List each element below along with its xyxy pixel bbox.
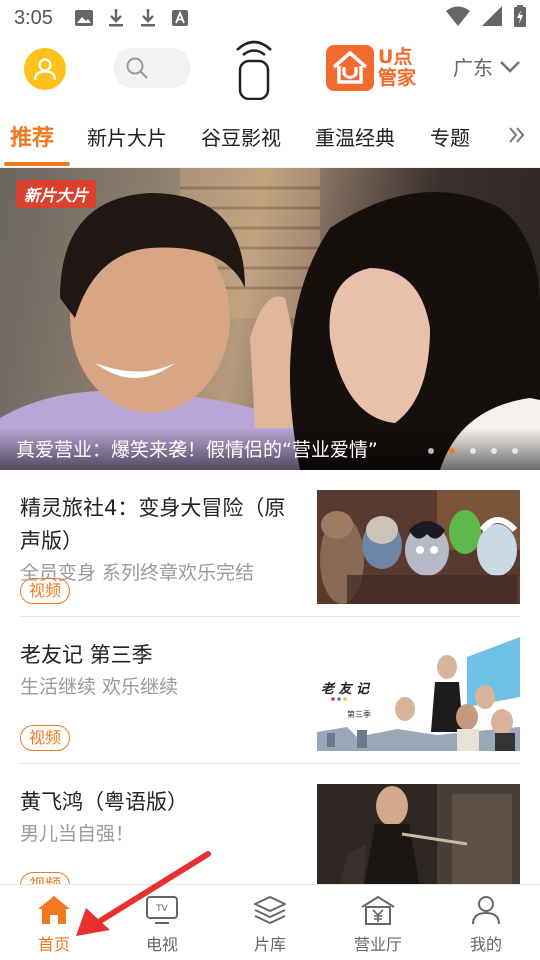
tab-gudou-video[interactable]: 谷豆影视	[201, 122, 281, 151]
nav-home[interactable]: 首页	[0, 885, 108, 960]
business-hall-icon	[361, 896, 395, 925]
logo-house-icon	[326, 45, 374, 91]
user-avatar-button[interactable]	[24, 48, 66, 90]
signal-icon	[482, 6, 502, 30]
banner-caption: 真爱营业：爆笑来袭！假情侣的“营业爱情”	[16, 439, 378, 461]
nav-label: 电视	[145, 935, 178, 954]
bottom-navigation: 首页 TV 电视 片库 营业厅 我的	[0, 884, 540, 960]
item-title: 黄飞鸿（粤语版）	[20, 790, 188, 814]
remote-control-button[interactable]	[228, 38, 280, 101]
item-subtitle: 生活继续 欢乐继续	[20, 676, 179, 698]
download-notification-icon	[139, 9, 157, 27]
animated-monsters-thumbnail	[317, 490, 520, 604]
more-tabs-button[interactable]	[506, 124, 530, 148]
download-notification-icon	[107, 9, 125, 27]
nav-profile[interactable]: 我的	[432, 885, 540, 960]
item-title: 老友记 第三季	[20, 643, 153, 667]
status-right	[446, 5, 526, 31]
remote-control-icon	[236, 40, 272, 101]
wifi-icon	[446, 6, 470, 30]
top-header: U点 管家 广东	[0, 36, 540, 106]
tab-classics[interactable]: 重温经典	[315, 122, 395, 151]
category-tabs: 推荐 新片大片 谷豆影视 重温经典 专题	[0, 106, 540, 168]
nav-label: 首页	[37, 935, 70, 954]
nav-label: 片库	[253, 935, 286, 954]
friends-season-text: 第三季	[347, 709, 371, 719]
double-chevron-right-icon	[509, 127, 525, 143]
nav-label: 我的	[469, 935, 502, 954]
carousel-dot-active[interactable]	[449, 448, 455, 454]
tab-topics[interactable]: 专题	[430, 122, 470, 151]
featured-banner[interactable]: 新片大片 真爱营业：爆笑来袭！假情侣的“营业爱情”	[0, 168, 540, 470]
battery-icon	[514, 5, 526, 31]
region-label: 广东	[453, 56, 493, 80]
gallery-notification-icon	[74, 9, 93, 27]
search-icon	[126, 57, 148, 79]
status-time: 3:05	[14, 6, 53, 29]
nav-tv[interactable]: TV 电视	[108, 885, 216, 960]
carousel-dot[interactable]	[491, 448, 497, 454]
home-icon	[38, 896, 70, 924]
carousel-dot[interactable]	[512, 448, 518, 454]
logo-line-1: U点	[378, 46, 413, 68]
carousel-dot[interactable]	[470, 448, 476, 454]
item-subtitle: 男儿当自强！	[20, 823, 135, 845]
carousel-indicator	[428, 448, 518, 454]
logo-line-2: 管家	[378, 67, 417, 89]
video-badge: 视频	[20, 725, 71, 751]
u-dian-guanjia-logo[interactable]: U点 管家	[326, 45, 422, 91]
search-button[interactable]	[113, 48, 191, 88]
logo-text: U点 管家	[378, 47, 416, 89]
video-badge: 视频	[20, 578, 71, 604]
item-title: 精灵旅社4：变身大冒险（原声版）	[20, 496, 286, 553]
content-list: 精灵旅社4：变身大冒险（原声版） 全员变身 系列终章欢乐完结 视频 老友记 第三…	[0, 470, 540, 911]
friends-cast-thumbnail: 老 友 记 第三季	[317, 637, 520, 751]
tab-recommend[interactable]: 推荐	[10, 120, 54, 152]
banner-category-tag: 新片大片	[16, 180, 97, 208]
nav-library[interactable]: 片库	[216, 885, 324, 960]
tv-icon: TV	[146, 896, 178, 924]
carousel-dot[interactable]	[428, 448, 434, 454]
martial-arts-thumbnail	[317, 784, 520, 898]
nav-business-hall[interactable]: 营业厅	[324, 885, 432, 960]
svg-text:TV: TV	[155, 904, 168, 914]
active-tab-indicator	[4, 162, 70, 166]
user-icon	[33, 58, 57, 81]
list-item[interactable]: 老友记 第三季 生活继续 欢乐继续 视频 老 友 记 第三季	[20, 617, 520, 764]
friends-logo-text: 老 友 记	[321, 681, 371, 697]
chevron-down-icon	[500, 60, 520, 73]
tab-new-movies[interactable]: 新片大片	[87, 122, 167, 151]
status-bar: 3:05	[0, 0, 540, 36]
region-selector[interactable]: 广东	[453, 52, 521, 81]
app-screen: 3:05 U点 管家 广东 推荐 新片大片 谷豆影视 重温经典 专题 新片大片 …	[0, 0, 540, 960]
banner-image	[0, 168, 540, 470]
font-notification-icon	[171, 9, 189, 27]
nav-label: 营业厅	[353, 935, 402, 954]
profile-icon	[472, 896, 500, 925]
list-item[interactable]: 精灵旅社4：变身大冒险（原声版） 全员变身 系列终章欢乐完结 视频	[20, 470, 520, 617]
layers-icon	[254, 896, 286, 924]
